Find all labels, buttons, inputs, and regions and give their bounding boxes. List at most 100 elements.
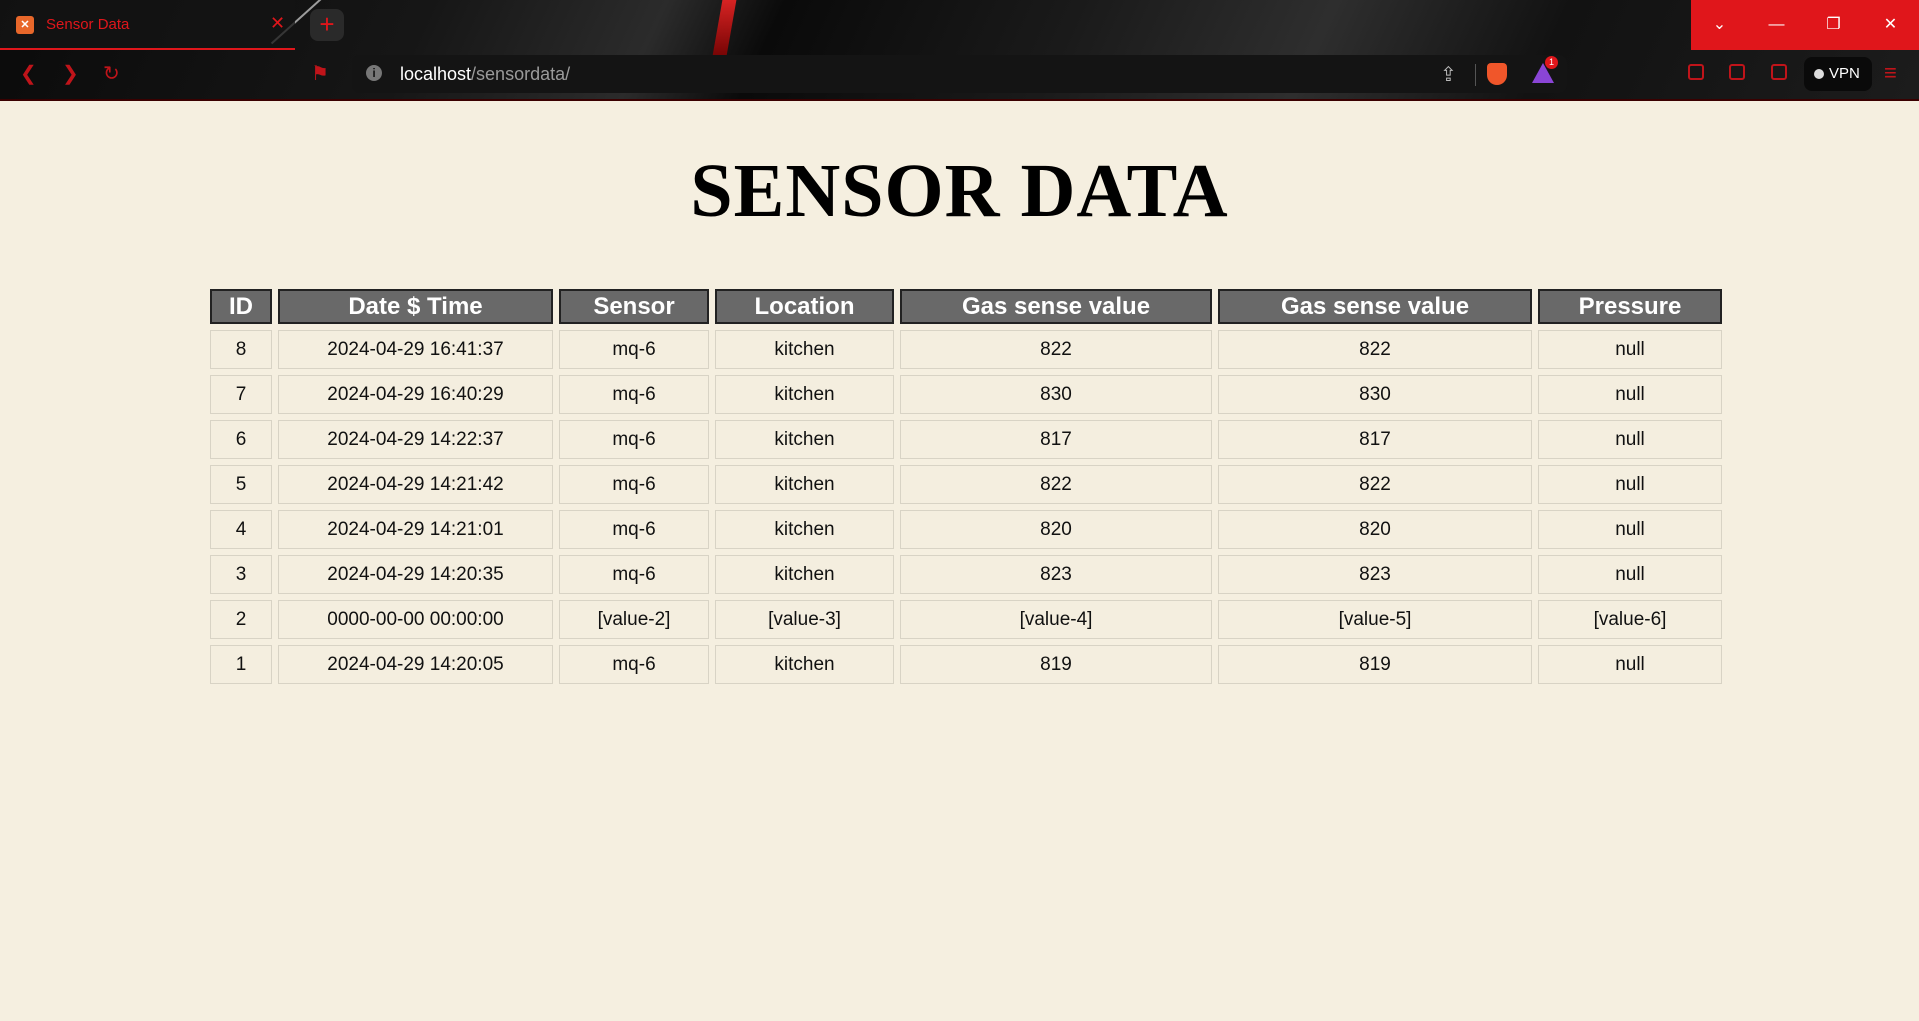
table-row: 4 2024-04-29 14:21:01 mq-6 kitchen 820 8… [210, 510, 1722, 549]
url-path: /sensordata/ [471, 64, 571, 84]
cell-gas-value-2: 822 [1218, 465, 1532, 504]
back-arrow-icon[interactable]: ❮ [20, 61, 37, 86]
cell-sensor: mq-6 [559, 330, 709, 369]
column-header-pressure: Pressure [1538, 289, 1722, 324]
cell-location: kitchen [715, 330, 894, 369]
address-bar[interactable]: i localhost/sensordata/ ⇪ 1 [352, 55, 1567, 93]
restore-button[interactable]: ❐ [1805, 0, 1862, 50]
cell-gas-value-2: 823 [1218, 555, 1532, 594]
table-row: 2 0000-00-00 00:00:00 [value-2] [value-3… [210, 600, 1722, 639]
xampp-favicon-icon: ✕ [16, 16, 34, 34]
table-row: 3 2024-04-29 14:20:35 mq-6 kitchen 823 8… [210, 555, 1722, 594]
cell-location: kitchen [715, 555, 894, 594]
cell-pressure: null [1538, 555, 1722, 594]
browser-chrome: ✕ Sensor Data ✕ + ⌄ — ❐ ✕ ❮ ❯ ↻ ⚑ i loca… [0, 0, 1919, 101]
tab-search-chevron-down-icon[interactable]: ⌄ [1691, 0, 1748, 50]
cell-gas-value-1: 822 [900, 465, 1212, 504]
column-header-id: ID [210, 289, 272, 324]
cell-datetime: 2024-04-29 14:20:05 [278, 645, 553, 684]
table-row: 5 2024-04-29 14:21:42 mq-6 kitchen 822 8… [210, 465, 1722, 504]
cell-gas-value-2: [value-5] [1218, 600, 1532, 639]
side-panel-icon[interactable] [1729, 64, 1745, 80]
cell-gas-value-2: 817 [1218, 420, 1532, 459]
cell-datetime: 2024-04-29 16:41:37 [278, 330, 553, 369]
cell-gas-value-2: 822 [1218, 330, 1532, 369]
rewards-badge: 1 [1545, 56, 1558, 69]
url-text[interactable]: localhost/sensordata/ [400, 64, 570, 85]
cell-id: 4 [210, 510, 272, 549]
background-decoration [711, 0, 739, 60]
cell-datetime: 2024-04-29 16:40:29 [278, 375, 553, 414]
brave-shields-icon[interactable] [1487, 63, 1507, 85]
close-window-button[interactable]: ✕ [1862, 0, 1919, 50]
cell-datetime: 2024-04-29 14:20:35 [278, 555, 553, 594]
cell-id: 5 [210, 465, 272, 504]
column-header-gas-value-2: Gas sense value [1218, 289, 1532, 324]
column-header-datetime: Date $ Time [278, 289, 553, 324]
sensor-data-table: ID Date $ Time Sensor Location Gas sense… [204, 283, 1728, 690]
cell-gas-value-1: 819 [900, 645, 1212, 684]
page-title: SENSOR DATA [690, 149, 1229, 233]
vpn-status-icon [1814, 69, 1824, 80]
vpn-button[interactable]: VPN [1804, 57, 1872, 91]
cell-location: kitchen [715, 420, 894, 459]
cell-gas-value-1: [value-4] [900, 600, 1212, 639]
cell-pressure: null [1538, 465, 1722, 504]
cell-gas-value-1: 823 [900, 555, 1212, 594]
column-header-sensor: Sensor [559, 289, 709, 324]
menu-icon[interactable]: ≡ [1884, 60, 1897, 86]
cell-pressure: null [1538, 420, 1722, 459]
new-tab-button[interactable]: + [310, 9, 344, 41]
cell-id: 1 [210, 645, 272, 684]
cell-location: [value-3] [715, 600, 894, 639]
divider [1475, 64, 1476, 86]
minimize-button[interactable]: — [1748, 0, 1805, 50]
cell-location: kitchen [715, 465, 894, 504]
cell-gas-value-2: 820 [1218, 510, 1532, 549]
cell-datetime: 2024-04-29 14:22:37 [278, 420, 553, 459]
tab-title: Sensor Data [46, 16, 130, 33]
cell-sensor: mq-6 [559, 465, 709, 504]
cell-gas-value-1: 817 [900, 420, 1212, 459]
cell-gas-value-2: 819 [1218, 645, 1532, 684]
sidebar-icon[interactable] [1688, 64, 1704, 80]
cell-gas-value-1: 822 [900, 330, 1212, 369]
forward-arrow-icon[interactable]: ❯ [62, 61, 79, 86]
cell-datetime: 0000-00-00 00:00:00 [278, 600, 553, 639]
site-info-icon[interactable]: i [366, 65, 382, 81]
cell-sensor: mq-6 [559, 645, 709, 684]
cell-pressure: null [1538, 510, 1722, 549]
cell-sensor: mq-6 [559, 375, 709, 414]
cell-pressure: null [1538, 330, 1722, 369]
cell-id: 7 [210, 375, 272, 414]
browser-tab[interactable]: ✕ Sensor Data ✕ [0, 0, 295, 50]
cell-sensor: mq-6 [559, 510, 709, 549]
cell-gas-value-1: 830 [900, 375, 1212, 414]
cell-pressure: null [1538, 645, 1722, 684]
bookmark-icon[interactable]: ⚑ [311, 61, 329, 86]
column-header-location: Location [715, 289, 894, 324]
cell-location: kitchen [715, 510, 894, 549]
cell-sensor: mq-6 [559, 555, 709, 594]
cell-datetime: 2024-04-29 14:21:42 [278, 465, 553, 504]
url-host: localhost [400, 64, 472, 84]
cell-pressure: null [1538, 375, 1722, 414]
reload-icon[interactable]: ↻ [103, 61, 120, 86]
cell-id: 2 [210, 600, 272, 639]
cell-id: 8 [210, 330, 272, 369]
wallet-icon[interactable] [1771, 64, 1787, 80]
table-header-row: ID Date $ Time Sensor Location Gas sense… [210, 289, 1722, 324]
table-row: 6 2024-04-29 14:22:37 mq-6 kitchen 817 8… [210, 420, 1722, 459]
cell-location: kitchen [715, 375, 894, 414]
cell-datetime: 2024-04-29 14:21:01 [278, 510, 553, 549]
close-tab-icon[interactable]: ✕ [270, 13, 285, 34]
cell-gas-value-1: 820 [900, 510, 1212, 549]
cell-sensor: mq-6 [559, 420, 709, 459]
table-row: 8 2024-04-29 16:41:37 mq-6 kitchen 822 8… [210, 330, 1722, 369]
divider [0, 99, 1919, 101]
share-icon[interactable]: ⇪ [1440, 62, 1457, 87]
cell-pressure: [value-6] [1538, 600, 1722, 639]
column-header-gas-value-1: Gas sense value [900, 289, 1212, 324]
cell-id: 3 [210, 555, 272, 594]
table-row: 1 2024-04-29 14:20:05 mq-6 kitchen 819 8… [210, 645, 1722, 684]
